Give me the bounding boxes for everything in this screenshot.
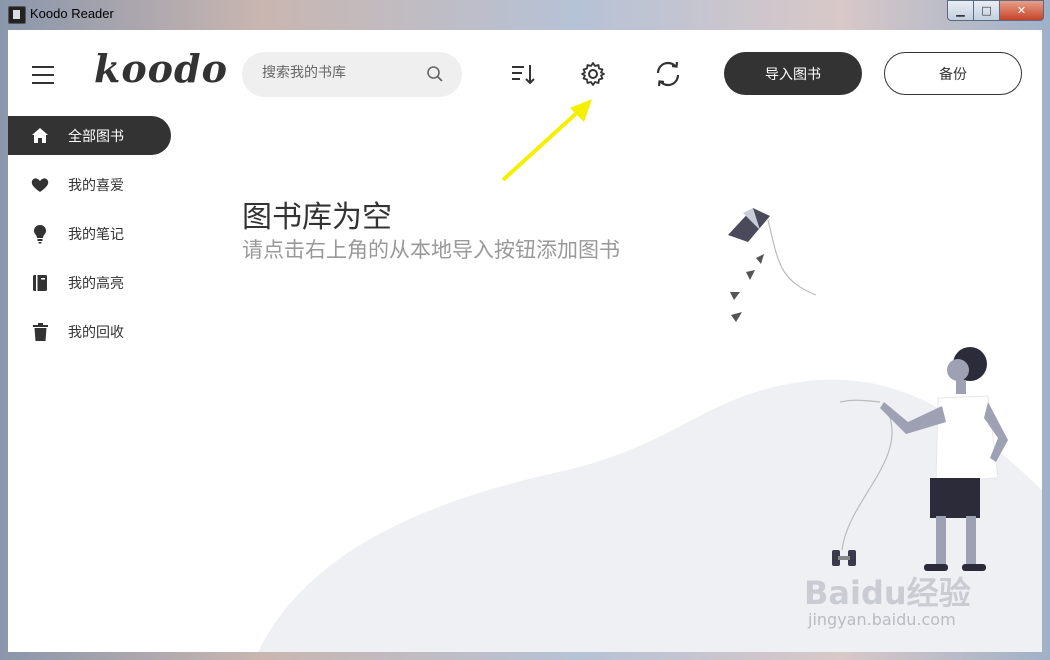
sidebar: 全部图书 我的喜爱 我的笔记 我的高亮 我的回收 [8,116,178,361]
book-icon [30,273,50,293]
app-logo: koodo [94,46,228,91]
kite-icon [728,208,817,322]
watermark: Baidu经验 [804,574,971,612]
window-title: Koodo Reader [30,6,114,21]
window-controls: ▁ □ ✕ [947,0,1044,21]
sync-icon[interactable] [653,59,683,89]
sidebar-item-trash[interactable]: 我的回收 [8,312,178,351]
sidebar-item-notes[interactable]: 我的笔记 [8,214,178,253]
bulb-icon [30,224,50,244]
kite-string [839,399,893,551]
sidebar-item-highlights[interactable]: 我的高亮 [8,263,178,302]
backup-button[interactable]: 备份 [884,52,1022,95]
sidebar-item-favorites[interactable]: 我的喜爱 [8,165,178,204]
watermark-url: jingyan.baidu.com [808,610,956,629]
sidebar-item-label: 全部图书 [68,128,124,145]
spool-icon [832,550,856,566]
search-icon[interactable] [426,65,444,83]
import-books-button[interactable]: 导入图书 [724,52,862,95]
empty-library-title: 图书库为空 [242,200,392,235]
sidebar-item-label: 我的笔记 [68,226,124,243]
sidebar-item-label: 我的喜爱 [68,177,124,194]
title-bar: Koodo Reader ▁ □ ✕ [0,0,1050,28]
trash-icon [30,322,50,342]
heart-icon [30,175,50,195]
sidebar-item-all-books[interactable]: 全部图书 [8,116,171,155]
app-client: koodo 搜索我的书库 导入图书 备份 全部图书 我的喜爱 我的笔记 我的高亮… [8,30,1042,652]
empty-library-description: 请点击右上角的从本地导入按钮添加图书 [242,238,620,262]
gear-icon[interactable] [578,59,608,89]
sort-icon[interactable] [508,59,538,89]
app-icon [8,6,26,24]
search-box [242,52,462,97]
person-figure [880,347,1008,571]
search-input[interactable] [260,64,424,82]
window-frame: Koodo Reader ▁ □ ✕ koodo 搜索我的书库 导入图书 备份 … [0,0,1050,660]
sidebar-item-label: 我的回收 [68,324,124,341]
sidebar-item-label: 我的高亮 [68,275,124,292]
close-button[interactable]: ✕ [999,0,1044,21]
menu-icon[interactable] [32,66,54,84]
home-icon [30,126,50,146]
minimize-button[interactable]: ▁ [947,0,973,21]
maximize-button[interactable]: □ [973,0,999,21]
